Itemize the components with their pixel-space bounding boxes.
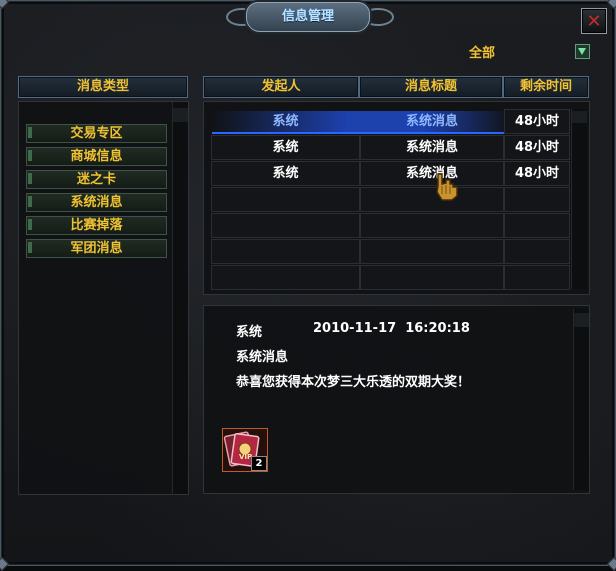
detail-body: 恭喜您获得本次梦三大乐透的双期大奖！ <box>236 375 471 390</box>
category-marker <box>28 150 32 161</box>
attachment-count: 2 <box>251 456 267 471</box>
scrollbar-thumb[interactable] <box>574 313 589 327</box>
category-item-label: 比赛掉落 <box>70 218 123 233</box>
category-scrollbar[interactable] <box>172 102 188 494</box>
empty-cell <box>211 187 360 212</box>
detail-sender: 系统 <box>236 325 263 340</box>
detail-datetime: 2010-11-17 16:20:18 <box>313 321 470 336</box>
empty-cell <box>504 213 570 238</box>
attachment-slot[interactable]: VIP 2 <box>222 428 268 472</box>
category-item-label: 军团消息 <box>70 241 123 256</box>
empty-cell <box>211 265 360 290</box>
scrollbar-thumb[interactable] <box>173 108 188 122</box>
row-title: 系统消息 <box>360 135 504 160</box>
hand-cursor-icon <box>436 173 458 201</box>
category-item-label: 交易专区 <box>70 126 123 141</box>
category-item[interactable]: 迷之卡 <box>26 170 167 189</box>
empty-cell <box>504 187 570 212</box>
empty-cell <box>360 213 504 238</box>
row-sender: 系统 <box>272 114 299 129</box>
category-item[interactable]: 军团消息 <box>26 239 167 258</box>
category-marker <box>28 219 32 230</box>
empty-cell <box>360 265 504 290</box>
row-remaining: 48小时 <box>504 109 570 134</box>
close-button[interactable]: ✕ <box>581 8 607 34</box>
close-icon: ✕ <box>586 10 602 32</box>
column-header-sender[interactable]: 发起人 <box>203 76 359 98</box>
category-item[interactable]: 商城信息 <box>26 147 167 166</box>
column-header-remaining-time[interactable]: 剩余时间 <box>503 76 589 98</box>
category-marker <box>28 127 32 138</box>
column-header-title[interactable]: 消息标题 <box>359 76 503 98</box>
row-title: 系统消息 <box>405 114 458 129</box>
category-marker <box>28 242 32 253</box>
empty-cell <box>211 239 360 264</box>
filter-label: 全部 <box>469 46 496 61</box>
scrollbar-thumb[interactable] <box>572 111 587 123</box>
detail-scrollbar[interactable] <box>573 309 589 490</box>
frame-corner-ornament <box>0 556 10 571</box>
detail-subject: 系统消息 <box>236 350 289 365</box>
category-item-label: 商城信息 <box>70 149 123 164</box>
category-header: 消息类型 <box>18 76 188 98</box>
message-list-scrollbar[interactable] <box>571 109 587 289</box>
empty-cell <box>360 239 504 264</box>
row-remaining: 48小时 <box>504 135 570 160</box>
empty-cell <box>504 265 570 290</box>
frame-corner-ornament <box>0 0 10 10</box>
category-marker <box>28 196 32 207</box>
filter-dropdown-button[interactable] <box>575 44 590 59</box>
frame-corner-ornament <box>606 556 616 571</box>
row-sender: 系统 <box>211 161 360 186</box>
empty-cell <box>504 239 570 264</box>
window-title: 信息管理 <box>246 2 370 32</box>
frame-corner-ornament <box>606 0 616 10</box>
category-marker <box>28 173 32 184</box>
row-sender: 系统 <box>211 135 360 160</box>
category-item[interactable]: 比赛掉落 <box>26 216 167 235</box>
category-item[interactable]: 系统消息 <box>26 193 167 212</box>
category-item-label: 迷之卡 <box>76 172 116 187</box>
category-item[interactable]: 交易专区 <box>26 124 167 143</box>
row-remaining: 48小时 <box>504 161 570 186</box>
category-item-label: 系统消息 <box>70 195 123 210</box>
empty-cell <box>211 213 360 238</box>
